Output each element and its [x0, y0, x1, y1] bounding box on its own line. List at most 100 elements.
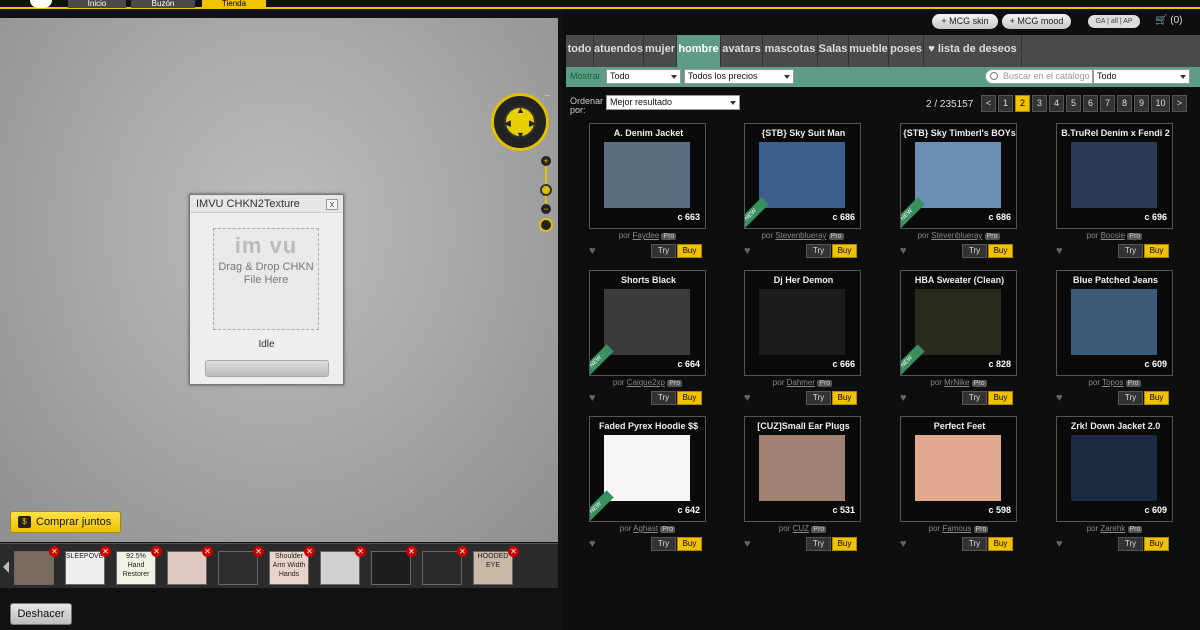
remove-item-icon[interactable]: ✕ — [151, 546, 162, 557]
wishlist-heart-icon[interactable]: ♥ — [900, 392, 907, 404]
creator-link[interactable]: Stevenblueray — [931, 231, 982, 240]
wishlist-heart-icon[interactable]: ♥ — [744, 538, 751, 550]
strip-item-thumbnail[interactable] — [422, 551, 462, 585]
creator-link[interactable]: CUZ — [793, 524, 809, 533]
category-tab[interactable]: mujer — [644, 35, 677, 67]
fit-view-icon[interactable] — [539, 218, 553, 232]
category-tab[interactable]: poses — [889, 35, 924, 67]
buy-button[interactable]: Buy — [1144, 244, 1169, 258]
product-box[interactable]: Shorts Black c 664 NEW — [589, 270, 706, 376]
strip-item-thumbnail[interactable]: SLEEPOVER — [65, 551, 105, 585]
creator-link[interactable]: Aghast — [633, 524, 658, 533]
strip-item-thumbnail[interactable] — [167, 551, 207, 585]
buy-together-button[interactable]: $ Comprar juntos — [10, 511, 121, 533]
try-button[interactable]: Try — [1118, 537, 1143, 551]
remove-item-icon[interactable]: ✕ — [406, 546, 417, 557]
remove-item-icon[interactable]: ✕ — [355, 546, 366, 557]
buy-button[interactable]: Buy — [832, 244, 857, 258]
try-button[interactable]: Try — [651, 537, 676, 551]
zoom-slider[interactable]: + − — [539, 156, 553, 236]
buy-button[interactable]: Buy — [1144, 537, 1169, 551]
wishlist-heart-icon[interactable]: ♥ — [1056, 538, 1063, 550]
mcg-skin-button[interactable]: + MCG skin — [932, 14, 998, 29]
product-box[interactable]: {STB} Sky Suit Man c 686 NEW — [744, 123, 861, 229]
next-page-button[interactable]: > — [1172, 95, 1187, 112]
remove-item-icon[interactable]: ✕ — [508, 546, 519, 557]
category-tab[interactable]: Salas — [818, 35, 849, 67]
buy-button[interactable]: Buy — [677, 391, 702, 405]
creator-link[interactable]: Caique2xp — [627, 378, 665, 387]
search-input[interactable]: Buscar en el catálogo — [985, 69, 1093, 84]
cart-link[interactable]: 🛒 (0) — [1155, 15, 1182, 26]
buy-button[interactable]: Buy — [988, 537, 1013, 551]
zoom-in-icon[interactable]: + — [541, 156, 551, 166]
wishlist-heart-icon[interactable]: ♥ — [589, 245, 596, 257]
strip-item-thumbnail[interactable]: 92.5% Hand Restorer — [116, 551, 156, 585]
product-image[interactable] — [759, 142, 845, 208]
strip-item-thumbnail[interactable] — [218, 551, 258, 585]
page-button[interactable]: 9 — [1134, 95, 1149, 112]
category-tab[interactable]: atuendos — [594, 35, 644, 67]
undo-button[interactable]: Deshacer — [10, 603, 72, 625]
product-box[interactable]: [CUZ]Small Ear Plugs c 531 — [744, 416, 861, 522]
product-box[interactable]: Faded Pyrex Hoodie $$ c 642 NEW — [589, 416, 706, 522]
product-image[interactable] — [1071, 435, 1157, 501]
zoom-knob[interactable] — [540, 184, 552, 196]
category-tab[interactable]: todo — [566, 35, 594, 67]
product-box[interactable]: {STB} Sky Timberl's BOYs c 686 NEW — [900, 123, 1017, 229]
product-box[interactable]: B.TruRel Denim x Fendi 2 c 696 — [1056, 123, 1173, 229]
page-button[interactable]: 4 — [1049, 95, 1064, 112]
buy-button[interactable]: Buy — [988, 244, 1013, 258]
wishlist-heart-icon[interactable]: ♥ — [589, 538, 596, 550]
try-button[interactable]: Try — [962, 537, 987, 551]
creator-link[interactable]: Boosie — [1101, 231, 1125, 240]
remove-item-icon[interactable]: ✕ — [457, 546, 468, 557]
product-box[interactable]: Perfect Feet c 598 — [900, 416, 1017, 522]
creator-link[interactable]: Dahmer — [787, 378, 815, 387]
try-button[interactable]: Try — [806, 537, 831, 551]
product-image[interactable] — [604, 435, 690, 501]
buy-button[interactable]: Buy — [832, 537, 857, 551]
page-button[interactable]: 3 — [1032, 95, 1047, 112]
wishlist-heart-icon[interactable]: ♥ — [1056, 392, 1063, 404]
tab-buzon[interactable]: Buzón — [131, 0, 195, 8]
camera-down-icon[interactable]: ▼ — [516, 131, 525, 140]
product-box[interactable]: Dj Her Demon c 666 — [744, 270, 861, 376]
remove-item-icon[interactable]: ✕ — [100, 546, 111, 557]
tab-tienda[interactable]: Tienda — [202, 0, 266, 8]
page-button[interactable]: 1 — [998, 95, 1013, 112]
zoom-out-icon[interactable]: − — [541, 204, 551, 214]
strip-item-thumbnail[interactable]: HOODED EYE — [473, 551, 513, 585]
try-button[interactable]: Try — [962, 391, 987, 405]
product-image[interactable] — [759, 435, 845, 501]
remove-item-icon[interactable]: ✕ — [253, 546, 264, 557]
try-button[interactable]: Try — [651, 391, 676, 405]
creator-link[interactable]: Faydee — [632, 231, 659, 240]
creator-link[interactable]: Stevenblueray — [775, 231, 826, 240]
wishlist-heart-icon[interactable]: ♥ — [1056, 245, 1063, 257]
buy-button[interactable]: Buy — [677, 537, 702, 551]
strip-item-thumbnail[interactable] — [14, 551, 54, 585]
category-tab[interactable]: ♥ lista de deseos — [924, 35, 1022, 67]
try-button[interactable]: Try — [651, 244, 676, 258]
camera-rotate-control[interactable]: ▲ ▼ ◀ ▶ – — [491, 90, 550, 151]
camera-left-icon[interactable]: ◀ — [504, 119, 511, 128]
try-button[interactable]: Try — [1118, 391, 1143, 405]
creator-link[interactable]: Zarehk — [1100, 524, 1125, 533]
creator-link[interactable]: Famous — [942, 524, 971, 533]
category-tab[interactable]: avatars — [721, 35, 763, 67]
remove-item-icon[interactable]: ✕ — [202, 546, 213, 557]
page-button[interactable]: 10 — [1151, 95, 1170, 112]
chkn-drop-zone[interactable]: im vu Drag & Drop CHKN File Here — [213, 228, 319, 330]
camera-right-icon[interactable]: ▶ — [529, 119, 536, 128]
wishlist-heart-icon[interactable]: ♥ — [744, 392, 751, 404]
close-icon[interactable]: x — [326, 199, 338, 210]
product-box[interactable]: Zrk! Down Jacket 2.0 c 609 — [1056, 416, 1173, 522]
avatar-viewport[interactable]: ▲ ▼ ◀ ▶ – + − IMVU CHKN2Texture x im vu … — [0, 18, 558, 542]
strip-item-thumbnail[interactable]: Shoulder Arm Width Hands — [269, 551, 309, 585]
page-button[interactable]: 6 — [1083, 95, 1098, 112]
product-image[interactable] — [604, 142, 690, 208]
search-scope-select[interactable]: Todo — [1093, 69, 1190, 84]
product-image[interactable] — [915, 142, 1001, 208]
product-box[interactable]: HBA Sweater (Clean) c 828 NEW — [900, 270, 1017, 376]
